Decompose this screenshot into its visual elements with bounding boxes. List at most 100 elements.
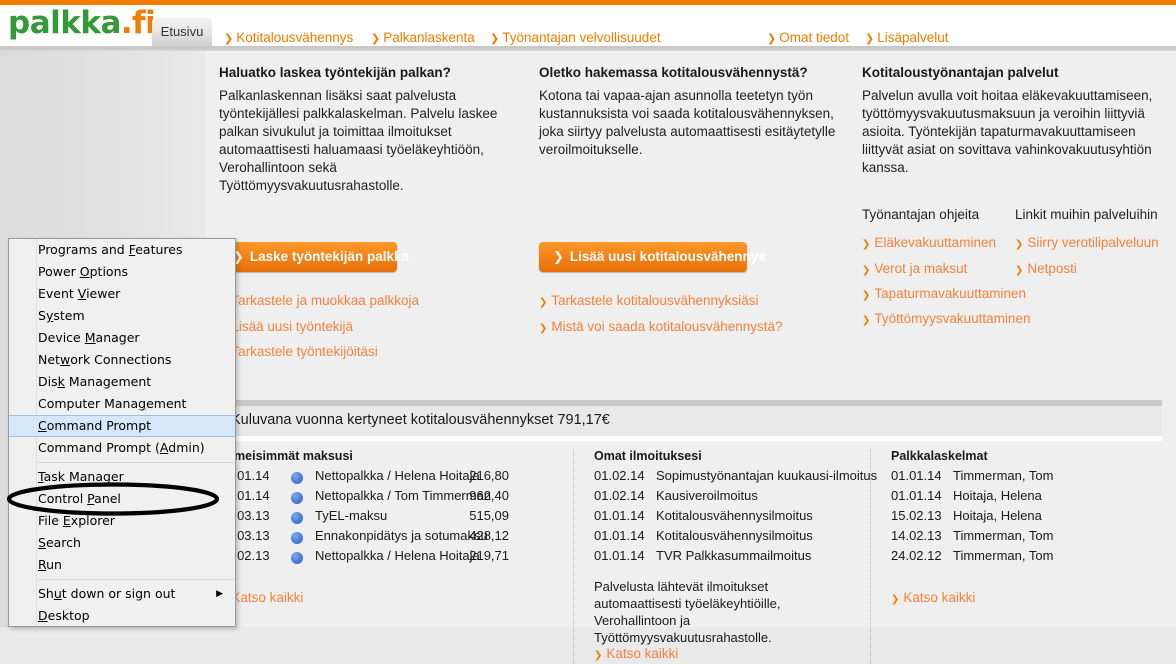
notice-name: Kotitalousvähennysilmoitus — [656, 528, 813, 543]
status-dot-icon — [291, 552, 303, 564]
nav-link-omat-tiedot[interactable]: ❯ Omat tiedot — [767, 31, 849, 46]
status-dot-icon — [291, 492, 303, 504]
cta-lisaa-uusi-kotitalousvahennys[interactable]: ❯ Lisää uusi kotitalousvähennys — [539, 242, 766, 272]
link-tarkastele-tyontekijoitasi[interactable]: ❯Tarkastele työntekijöitäsi — [219, 345, 378, 361]
menu-item-file-explorer[interactable]: File Explorer — [9, 510, 235, 532]
link-label: Siirry verotilipalveluun — [1027, 235, 1159, 250]
table-row[interactable]: 01.01.14 Kotitalousvähennysilmoitus — [594, 508, 874, 528]
chevron-right-icon: ❯ — [490, 33, 500, 45]
promo-card-kotitaloustyonantajan-palvelut: Kotitaloustyönantajan palvelut Palvelun … — [862, 65, 1162, 177]
payslip-date: 01.01.14 — [891, 488, 942, 503]
menu-item-label: Device Manager — [38, 330, 140, 345]
table-row[interactable]: 24.02.12 Timmerman, Tom — [891, 548, 1161, 568]
chevron-right-icon: ❯ — [862, 315, 871, 326]
menu-item-task-manager[interactable]: Task Manager — [9, 466, 235, 488]
promo-body: Kotona tai vapaa-ajan asunnolla teetetyn… — [539, 88, 836, 157]
link-mista-voi-saada-kotitalousvahennysta[interactable]: ❯ Mistä voi saada kotitalousvähennystä? — [539, 320, 783, 336]
link-verot-ja-maksut[interactable]: ❯ Verot ja maksut — [862, 262, 967, 278]
promo-card-palkanlaskenta: Haluatko laskea työntekijän palkan? Palk… — [219, 65, 519, 195]
table-row[interactable]: 20.03.13 TyEL-maksu 515,09 — [219, 508, 549, 528]
table-row[interactable]: 12.03.13 Ennakonpidätys ja sotumaksu 428… — [219, 528, 549, 548]
payment-amount: 515,09 — [469, 508, 509, 523]
nav-link-kotitalousvahennys[interactable]: ❯ Kotitalousvähennys — [224, 31, 353, 46]
menu-item-network-connections[interactable]: Network Connections — [9, 349, 235, 371]
nav-link-label: Palkanlaskenta — [383, 30, 475, 45]
chevron-right-icon: ❯ — [1015, 239, 1024, 250]
link-label: Mistä voi saada kotitalousvähennystä? — [551, 319, 783, 334]
promo-title: Kotitaloustyönantajan palvelut — [862, 65, 1059, 80]
notice-name: Kotitalousvähennysilmoitus — [656, 508, 813, 523]
table-row[interactable]: 01.02.14 Sopimustyönantajan kuukausi-ilm… — [594, 468, 878, 488]
windows-power-user-menu[interactable]: Programs and Features Power Options Event … — [8, 238, 236, 627]
table-row[interactable]: 15.02.13 Hoitaja, Helena — [891, 508, 1161, 528]
panel-title: Viimeisimmät maksusi — [219, 449, 353, 463]
chevron-right-icon: ❯ — [594, 650, 603, 661]
table-row[interactable]: 14.02.13 Timmerman, Tom — [891, 528, 1161, 548]
table-row[interactable]: 01.02.14 Kausiveroilmoitus — [594, 488, 874, 508]
menu-item-label: Search — [38, 535, 81, 550]
logo-text-orange: .fi — [120, 5, 156, 41]
link-katso-kaikki-notices[interactable]: ❯ Katso kaikki — [594, 647, 678, 663]
link-label: Verot ja maksut — [874, 261, 968, 276]
menu-item-device-manager[interactable]: Device Manager — [9, 327, 235, 349]
logo-text-green: palkka — [8, 5, 121, 41]
link-tapaturmavakuuttaminen[interactable]: ❯ Tapaturmavakuuttaminen — [862, 287, 1026, 303]
link-tarkastele-muokkaa-palkkoja[interactable]: ❯Tarkastele ja muokkaa palkkoja — [219, 294, 419, 310]
nav-link-lisapalvelut[interactable]: ❯ Lisäpalvelut — [865, 31, 949, 46]
promo-title: Oletko hakemassa kotitalousvähennystä? — [539, 65, 808, 80]
table-row[interactable]: 01.01.14 Hoitaja, Helena — [891, 488, 1161, 508]
payslip-name: Hoitaja, Helena — [953, 508, 1042, 523]
link-siirry-verotilipalveluun[interactable]: ❯ Siirry verotilipalveluun — [1015, 236, 1159, 252]
table-row[interactable]: 01.01.14 TVR Palkkasummailmoitus — [594, 548, 874, 568]
status-dot-icon — [291, 532, 303, 544]
link-elakevakuuttaminen[interactable]: ❯ Eläkevakuuttaminen — [862, 236, 996, 252]
menu-item-event-viewer[interactable]: Event Viewer — [9, 283, 235, 305]
menu-item-shut-down-or-sign-out[interactable]: Shut down or sign out ▶ — [9, 583, 235, 605]
menu-separator — [38, 462, 235, 463]
menu-item-label: Programs and Features — [38, 242, 183, 257]
link-label: Katso kaikki — [231, 590, 304, 605]
site-header: palkka.fi Etusivu ❯ Kotitalousvähennys ❯ P… — [0, 5, 1176, 46]
table-row[interactable]: 01.01.14 Kotitalousvähennysilmoitus — [594, 528, 874, 548]
payment-amount: 962,40 — [469, 488, 509, 503]
site-logo[interactable]: palkka.fi — [8, 5, 156, 41]
status-dot-icon — [291, 472, 303, 484]
payslip-name: Timmerman, Tom — [953, 468, 1054, 483]
menu-item-run[interactable]: Run — [9, 554, 235, 576]
link-netposti[interactable]: ❯ Netposti — [1015, 262, 1077, 278]
menu-item-system[interactable]: System — [9, 305, 235, 327]
menu-item-command-prompt-admin[interactable]: Command Prompt (Admin) — [9, 437, 235, 459]
menu-item-search[interactable]: Search — [9, 532, 235, 554]
menu-item-command-prompt[interactable]: Command Prompt — [9, 415, 235, 437]
promo-title: Haluatko laskea työntekijän palkan? — [219, 65, 451, 80]
chevron-right-icon: ❯ — [224, 33, 234, 45]
link-tarkastele-kotitalousvahennyksiasi[interactable]: ❯ Tarkastele kotitalousvähennyksiäsi — [539, 294, 759, 310]
panel-payslips: Palkkalaskelmat 01.01.14 Timmerman, Tom … — [891, 449, 1161, 605]
table-row[interactable]: 17.01.14 Nettopalkka / Tom Timmerman 962… — [219, 488, 549, 508]
table-row[interactable]: 01.01.14 Timmerman, Tom — [891, 468, 1161, 488]
menu-item-power-options[interactable]: Power Options — [9, 261, 235, 283]
notice-name: Sopimustyönantajan kuukausi-ilmoitus — [656, 468, 878, 483]
tab-etusivu[interactable]: Etusivu — [152, 18, 212, 46]
menu-item-disk-management[interactable]: Disk Management — [9, 371, 235, 393]
menu-item-label: Disk Management — [38, 374, 152, 389]
panel-my-notices: Omat ilmoituksesi 01.02.14 Sopimustyönan… — [594, 449, 878, 661]
menu-item-computer-management[interactable]: Computer Management — [9, 393, 235, 415]
chevron-right-icon: ❯ — [539, 297, 548, 308]
panel-title: Palkkalaskelmat — [891, 449, 988, 463]
nav-link-tyonantajan-velvollisuudet[interactable]: ❯ Työnantajan velvollisuudet — [490, 31, 661, 46]
payslip-name: Timmerman, Tom — [953, 548, 1054, 563]
chevron-right-icon: ❯ — [891, 594, 900, 605]
table-row[interactable]: 31.01.14 Nettopalkka / Helena Hoitaja 21… — [219, 468, 549, 488]
table-row[interactable]: 28.02.13 Nettopalkka / Helena Hoitaja 21… — [219, 548, 549, 568]
menu-item-desktop[interactable]: Desktop — [9, 605, 235, 627]
menu-item-control-panel[interactable]: Control Panel — [9, 488, 235, 510]
menu-item-label: Command Prompt — [38, 418, 152, 433]
link-lisaa-uusi-tyontekija[interactable]: ❯Lisää uusi työntekijä — [219, 320, 353, 336]
menu-item-programs-and-features[interactable]: Programs and Features — [9, 239, 235, 261]
link-katso-kaikki-payslips[interactable]: ❯ Katso kaikki — [891, 591, 975, 607]
link-tyottomyysvakuuttaminen[interactable]: ❯ Työttömyysvakuuttaminen — [862, 312, 1030, 328]
menu-separator — [38, 579, 235, 580]
nav-link-palkanlaskenta[interactable]: ❯ Palkanlaskenta — [371, 31, 475, 46]
cta-laske-tyontekijan-palkka[interactable]: ❯ Laske työntekijän palkka — [219, 242, 409, 272]
